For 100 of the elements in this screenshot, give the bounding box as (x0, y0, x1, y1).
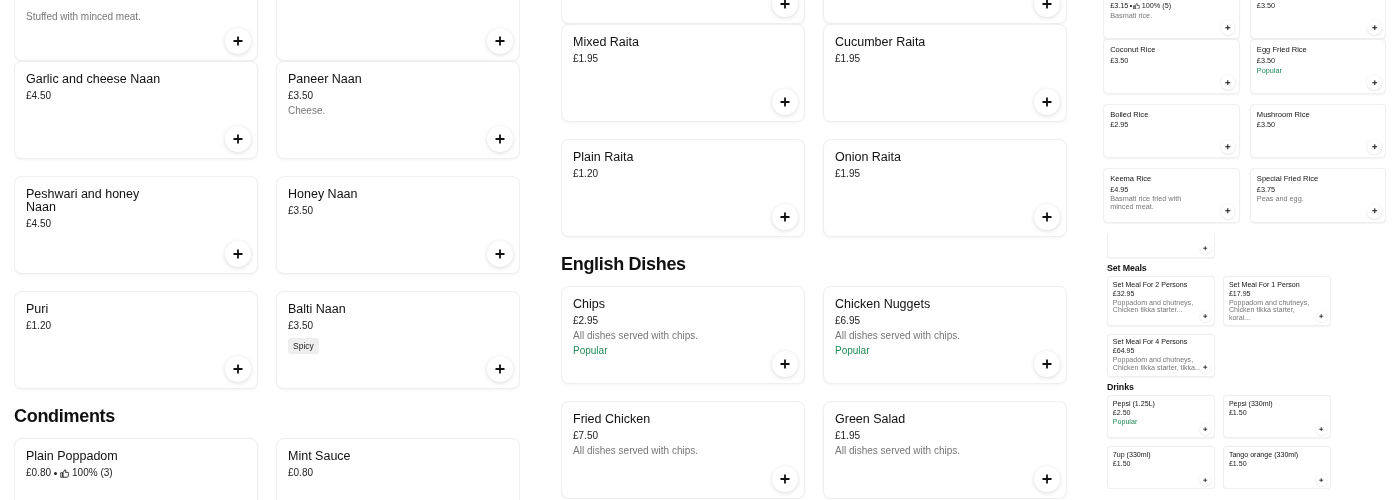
add-button[interactable] (772, 204, 798, 230)
add-button[interactable] (225, 356, 251, 382)
plus-icon (1042, 359, 1052, 369)
item-price: £1.95 (835, 430, 861, 442)
add-button[interactable] (1034, 351, 1060, 377)
menu-item-card[interactable]: Plain Poppadom £0.80 100% (3) (14, 438, 258, 500)
item-price: £1.95 (573, 53, 599, 65)
item-name: Garlic and cheese Naan (26, 73, 161, 86)
item-description: Stuffed with minced meat. (26, 11, 141, 23)
add-button[interactable] (487, 126, 513, 152)
add-button[interactable] (1220, 203, 1236, 219)
menu-item-card[interactable]: Plain Raita £1.20 (561, 139, 805, 237)
section-heading: Condiments (14, 405, 116, 428)
item-name: Mixed Raita (573, 36, 639, 49)
add-button[interactable] (772, 89, 798, 115)
section-heading: English Dishes (561, 253, 687, 276)
item-name: Mushroom Rice (1256, 110, 1310, 120)
item-name: Balti Naan (288, 303, 346, 316)
item-name: Mint Sauce (288, 450, 351, 463)
item-name: Plain Raita (573, 151, 634, 164)
item-description: All dishes served with chips. (835, 445, 961, 457)
add-button[interactable] (1220, 139, 1236, 155)
plus-icon (233, 249, 243, 259)
menu-item-card[interactable]: Green Salad £1.95 All dishes served with chips. (823, 401, 1067, 499)
item-rating: 100% (3) (72, 467, 113, 479)
section-heading: Set Meals (1107, 262, 1148, 276)
add-button[interactable] (1367, 139, 1382, 155)
plus-icon (780, 474, 790, 484)
item-price: £1.20 (26, 320, 52, 332)
menu-item-card[interactable]: Peshwari and honey Naan £4.50 (14, 176, 258, 274)
add-button[interactable] (1034, 89, 1060, 115)
add-button[interactable] (1034, 466, 1060, 492)
add-button[interactable] (225, 28, 251, 54)
menu-item-card[interactable]: Chicken Nuggets £6.95 All dishes served with chips. Popular (823, 286, 1067, 384)
add-button[interactable] (1367, 75, 1382, 90)
add-button[interactable] (225, 126, 251, 152)
add-button[interactable] (1367, 203, 1382, 219)
add-button[interactable] (1220, 75, 1236, 90)
item-name: Paneer Naan (288, 73, 362, 86)
plus-icon (495, 249, 505, 259)
item-description: Cheese. (288, 105, 326, 117)
item-price: £2.95 (573, 315, 599, 327)
plus-icon (780, 0, 790, 9)
item-name: Honey Naan (288, 188, 358, 201)
menu-item-card[interactable]: Balti Naan £3.50 Spicy (276, 291, 520, 389)
menu-item-card[interactable]: Mixed Raita £1.95 (561, 24, 805, 122)
item-name: Plain Poppadom (26, 450, 118, 463)
add-button[interactable] (1034, 204, 1060, 230)
add-button[interactable] (772, 466, 798, 492)
menu-item-card[interactable]: Garlic and cheese Naan £4.50 (14, 61, 258, 159)
item-tag: Popular (835, 345, 870, 357)
item-description: All dishes served with chips. (835, 330, 961, 342)
item-name: Coconut Rice (1110, 46, 1156, 55)
item-name: Puri (26, 303, 49, 316)
section-heading: Drinks (1107, 381, 1135, 395)
menu-item-card[interactable]: Paneer Naan £3.50 Cheese. (276, 61, 520, 159)
plus-icon (495, 364, 505, 374)
item-description: All dishes served with chips. (573, 330, 699, 342)
item-price: £1.20 (573, 168, 599, 180)
item-description: All dishes served with chips. (573, 445, 699, 457)
add-button[interactable] (772, 351, 798, 377)
item-tag: Spicy (288, 338, 319, 354)
item-price: £6.95 (835, 315, 861, 327)
plus-icon (780, 212, 790, 222)
menu-item-card[interactable]: Fried Chicken £7.50 All dishes served with chips. (561, 401, 805, 499)
item-price: £3.50 (288, 90, 314, 102)
item-name: Fried Chicken (573, 413, 651, 426)
plus-icon (495, 36, 505, 46)
menu-item-card[interactable]: Chips £2.95 All dishes served with chips. Popular (561, 286, 805, 384)
item-price: £0.80 (26, 467, 52, 479)
plus-icon (233, 36, 243, 46)
add-button[interactable] (487, 28, 513, 54)
menu-item-card[interactable]: Onion Raita £1.95 (823, 139, 1067, 237)
add-button[interactable] (487, 356, 513, 382)
plus-icon (1042, 474, 1052, 484)
item-price: £7.50 (573, 430, 599, 442)
item-name: Keema Rice (1110, 175, 1152, 184)
item-price: £4.50 (26, 218, 52, 230)
menu-item-card[interactable]: Honey Naan £3.50 (276, 176, 520, 274)
item-tag: Popular (573, 345, 608, 357)
thumbs-up-icon (60, 468, 70, 478)
add-button[interactable] (225, 241, 251, 267)
add-button[interactable] (1367, 20, 1382, 35)
plus-icon (1042, 212, 1052, 222)
item-name: Chicken Nuggets (835, 298, 931, 311)
item-name: Peshwari and honey Naan (26, 188, 141, 214)
item-price: £3.50 (288, 205, 314, 217)
item-name: Cucumber Raita (835, 36, 926, 49)
menu-item-card[interactable]: Puri £1.20 (14, 291, 258, 389)
item-price: £3.50 (288, 320, 314, 332)
menu-item-card[interactable]: Stuffed with minced meat. (14, 0, 258, 61)
item-name: Egg Fried Rice (1256, 46, 1307, 55)
item-name: Onion Raita (835, 151, 901, 164)
plus-icon (1042, 0, 1052, 9)
add-button[interactable] (1220, 20, 1236, 35)
menu-item-card[interactable]: Cucumber Raita £1.95 (823, 24, 1067, 122)
item-name: Chips (573, 298, 605, 311)
separator-dot (54, 471, 58, 475)
add-button[interactable] (487, 241, 513, 267)
menu-item-card[interactable]: Mint Sauce £0.80 (276, 438, 520, 500)
